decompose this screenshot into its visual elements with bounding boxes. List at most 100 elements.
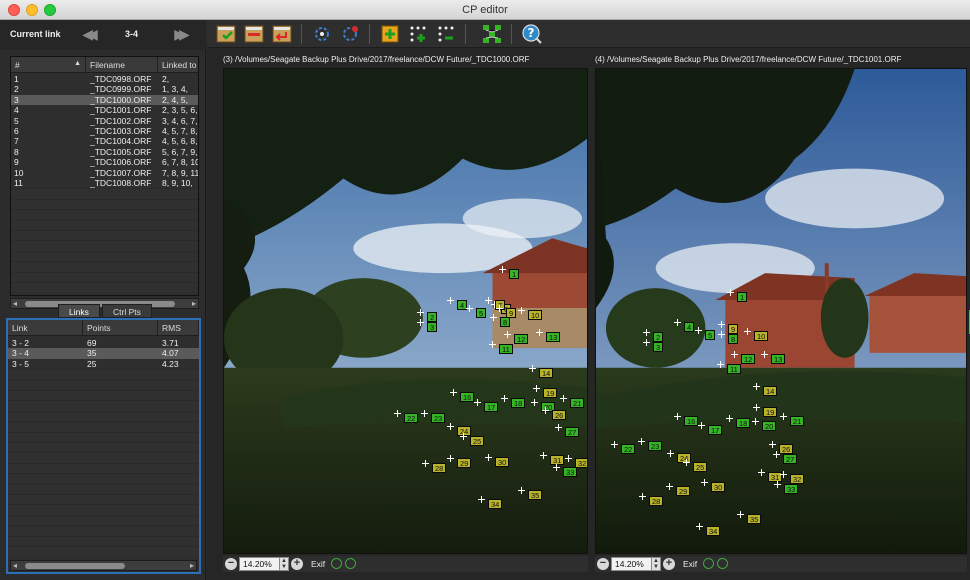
zoom-out-button[interactable]: −	[597, 558, 609, 570]
control-point-crosshair-icon[interactable]	[769, 441, 776, 448]
tab-ctrl-pts[interactable]: Ctrl Pts	[102, 304, 152, 318]
control-point-label[interactable]: 22	[621, 444, 636, 454]
control-point-label[interactable]: 29	[676, 486, 691, 496]
zoom-in-button[interactable]: +	[663, 558, 675, 570]
control-point-crosshair-icon[interactable]	[744, 328, 751, 335]
control-point-label[interactable]: 27	[783, 454, 798, 464]
control-point-label[interactable]: 12	[514, 334, 529, 344]
control-point-label[interactable]: 30	[495, 457, 510, 467]
control-point-label[interactable]: 2	[653, 332, 664, 342]
control-point-crosshair-icon[interactable]	[485, 297, 492, 304]
control-point-label[interactable]: 10	[528, 310, 543, 320]
remove-points-icon[interactable]	[435, 23, 457, 45]
control-point-crosshair-icon[interactable]	[553, 464, 560, 471]
control-point-crosshair-icon[interactable]	[529, 365, 536, 372]
control-point-label[interactable]: 29	[457, 458, 472, 468]
control-point-crosshair-icon[interactable]	[540, 452, 547, 459]
control-point-label[interactable]: 35	[528, 490, 543, 500]
accept-icon[interactable]	[215, 23, 237, 45]
control-point-crosshair-icon[interactable]	[501, 395, 508, 402]
control-point-label[interactable]: 17	[484, 402, 499, 412]
control-point-crosshair-icon[interactable]	[753, 383, 760, 390]
zoom-stepper[interactable]: ▲ ▼	[651, 557, 661, 571]
exif-button[interactable]: Exif	[683, 559, 697, 569]
control-point-label[interactable]: 30	[711, 482, 726, 492]
control-point-label[interactable]: 19	[543, 388, 558, 398]
control-point-label[interactable]: 9	[506, 308, 517, 318]
control-point-crosshair-icon[interactable]	[490, 314, 497, 321]
control-point-crosshair-icon[interactable]	[780, 471, 787, 478]
scrollbar-thumb[interactable]	[25, 563, 125, 569]
control-point-crosshair-icon[interactable]	[421, 410, 428, 417]
previous-link-icon[interactable]: ◀◀	[74, 26, 100, 42]
control-point-crosshair-icon[interactable]	[417, 309, 424, 316]
control-point-crosshair-icon[interactable]	[726, 415, 733, 422]
control-point-crosshair-icon[interactable]	[780, 413, 787, 420]
crosshair-icon[interactable]	[331, 558, 342, 569]
control-point-crosshair-icon[interactable]	[611, 441, 618, 448]
control-point-crosshair-icon[interactable]	[485, 454, 492, 461]
table-row[interactable]: 3 _TDC1000.ORF 2, 4, 5,	[11, 94, 198, 106]
control-point-label[interactable]: 25	[693, 462, 708, 472]
control-point-label[interactable]: 19	[763, 407, 778, 417]
control-point-label[interactable]: 33	[563, 467, 578, 477]
add-point-icon[interactable]	[379, 23, 401, 45]
zoom-out-button[interactable]: −	[225, 558, 237, 570]
table-row[interactable]: 6 _TDC1003.ORF 4, 5, 7, 8,	[11, 126, 198, 136]
control-point-label[interactable]: 32	[790, 474, 805, 484]
control-point-label[interactable]: 13	[771, 354, 786, 364]
scroll-right-icon[interactable]: ▸	[190, 561, 194, 570]
help-icon[interactable]: ?	[521, 23, 543, 45]
control-point-crosshair-icon[interactable]	[758, 469, 765, 476]
control-point-crosshair-icon[interactable]	[773, 451, 780, 458]
crosshair-icon[interactable]	[703, 558, 714, 569]
control-point-label[interactable]: 28	[432, 463, 447, 473]
control-point-crosshair-icon[interactable]	[774, 481, 781, 488]
right-image-viewer[interactable]: 1 2 3 4 5 9 8 10 11 12 13 14 16 17 18 19 20 21 22 23 24 25 26 2…	[595, 68, 967, 554]
table-row[interactable]: 10 _TDC1007.ORF 7, 8, 9, 11,	[11, 168, 198, 178]
control-point-label[interactable]: 5	[705, 330, 716, 340]
control-point-crosshair-icon[interactable]	[474, 399, 481, 406]
control-point-label[interactable]: 23	[431, 413, 446, 423]
control-point-crosshair-icon[interactable]	[560, 395, 567, 402]
control-point-crosshair-icon[interactable]	[727, 289, 734, 296]
control-point-crosshair-icon[interactable]	[643, 329, 650, 336]
column-header-points[interactable]: Points	[83, 320, 158, 336]
control-point-crosshair-icon[interactable]	[717, 361, 724, 368]
control-point-label[interactable]: 14	[539, 368, 554, 378]
delete-icon[interactable]	[243, 23, 265, 45]
network-icon[interactable]	[311, 23, 333, 45]
control-point-crosshair-icon[interactable]	[394, 410, 401, 417]
control-point-crosshair-icon[interactable]	[639, 493, 646, 500]
control-point-crosshair-icon[interactable]	[565, 455, 572, 462]
control-point-label[interactable]: 14	[763, 386, 778, 396]
add-points-icon[interactable]	[407, 23, 429, 45]
control-point-crosshair-icon[interactable]	[698, 422, 705, 429]
control-point-crosshair-icon[interactable]	[447, 423, 454, 430]
table-row[interactable]: 5 _TDC1002.ORF 3, 4, 6, 7,	[11, 116, 198, 126]
control-point-label[interactable]: 22	[404, 413, 419, 423]
control-point-label[interactable]: 17	[708, 425, 723, 435]
control-point-crosshair-icon[interactable]	[674, 413, 681, 420]
control-point-crosshair-icon[interactable]	[731, 351, 738, 358]
control-point-label[interactable]: 1	[509, 269, 520, 279]
control-point-label[interactable]: 2	[427, 312, 438, 322]
table-row[interactable]: 9 _TDC1006.ORF 6, 7, 8, 10	[11, 157, 198, 167]
control-point-label[interactable]: 34	[706, 526, 721, 536]
control-point-crosshair-icon[interactable]	[718, 331, 725, 338]
control-point-label[interactable]: 9	[728, 324, 739, 334]
control-point-label[interactable]: 11	[727, 364, 741, 374]
crosshair-icon[interactable]	[345, 558, 356, 569]
control-point-label[interactable]: 35	[747, 514, 762, 524]
control-point-crosshair-icon[interactable]	[496, 305, 503, 312]
control-point-label[interactable]: 21	[570, 398, 585, 408]
table-row[interactable]: 7 _TDC1004.ORF 4, 5, 6, 8,	[11, 136, 198, 146]
control-point-label[interactable]: 8	[728, 334, 739, 344]
control-point-crosshair-icon[interactable]	[489, 341, 496, 348]
control-point-crosshair-icon[interactable]	[542, 407, 549, 414]
zoom-in-button[interactable]: +	[291, 558, 303, 570]
control-point-label[interactable]: 25	[470, 436, 485, 446]
control-point-label[interactable]: 27	[565, 427, 580, 437]
control-point-crosshair-icon[interactable]	[696, 523, 703, 530]
next-link-icon[interactable]: ▶▶	[166, 26, 192, 42]
